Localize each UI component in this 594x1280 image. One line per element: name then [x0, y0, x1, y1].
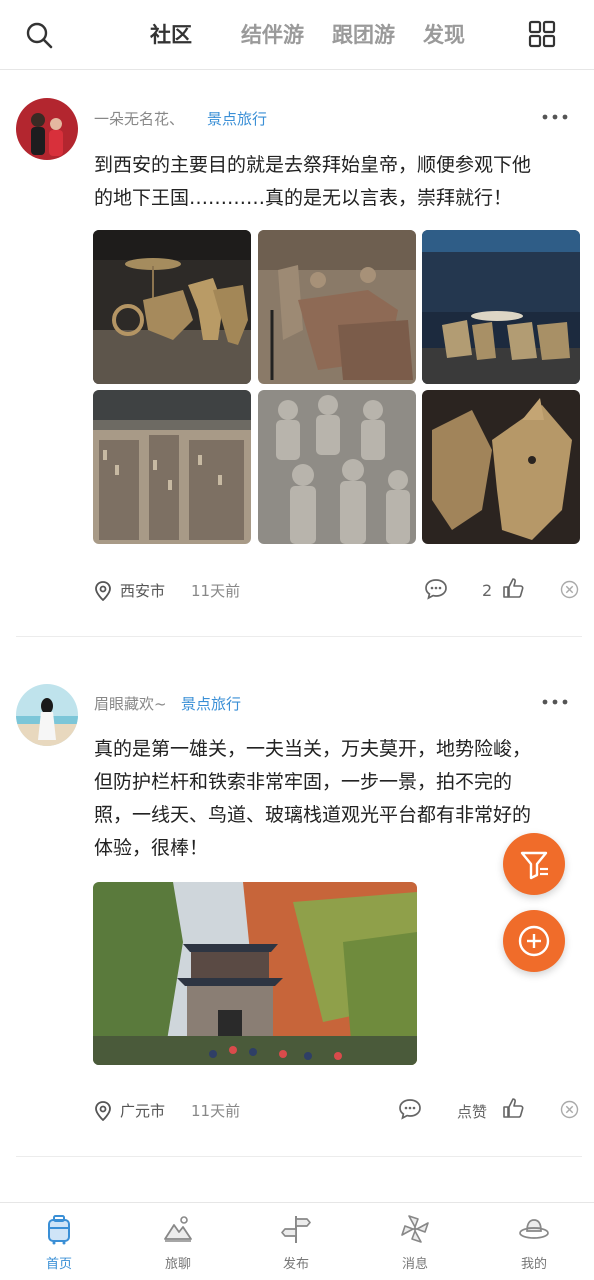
post-time: 11天前 — [191, 582, 241, 600]
post-image[interactable] — [93, 230, 251, 384]
luggage-icon — [48, 1215, 70, 1245]
filter-icon — [520, 851, 548, 880]
post-text[interactable]: 真的是第一雄关，一夫当关，万夫莫开，地势险峻， 但防护栏杆和铁索非常牢固，一步一… — [94, 733, 574, 865]
post-tag[interactable]: 景点旅行 — [181, 693, 241, 714]
post-image[interactable] — [422, 230, 580, 384]
filter-button[interactable] — [503, 833, 565, 895]
location-label[interactable]: 西安市 — [120, 580, 165, 601]
post-meta: 西安市 11天前 — [94, 580, 240, 601]
post-text-line: 体验，很棒！ — [94, 837, 209, 859]
thumbs-up-icon[interactable] — [502, 577, 524, 599]
post-image[interactable] — [93, 882, 417, 1065]
post-tag[interactable]: 景点旅行 — [207, 108, 267, 129]
add-post-button[interactable] — [503, 910, 565, 972]
post-image[interactable] — [258, 230, 416, 384]
tab-discover[interactable]: 发现 — [423, 18, 514, 52]
post-text-line: 真的是第一雄关，一夫当关，万夫莫开，地势险峻， — [94, 738, 532, 760]
avatar[interactable] — [16, 684, 78, 746]
grid-menu-icon[interactable] — [528, 20, 556, 48]
nav-item-chat[interactable]: 旅聊 — [138, 1213, 218, 1272]
nav-item-messages[interactable]: 消息 — [375, 1213, 455, 1272]
top-tabs: 社区 结伴游 跟团游 发现 — [150, 18, 514, 52]
search-icon[interactable] — [24, 20, 54, 50]
comment-icon[interactable] — [398, 1098, 422, 1120]
nav-item-profile[interactable]: 我的 — [494, 1213, 574, 1272]
location-label[interactable]: 广元市 — [120, 1100, 165, 1121]
post-text-line: 的地下王国…………真的是无以言表，崇拜就行！ — [94, 187, 513, 209]
nav-label: 旅聊 — [164, 1257, 191, 1272]
post-image[interactable] — [93, 390, 251, 544]
like-count: 2 — [482, 581, 493, 600]
post-actions: 2 — [420, 577, 584, 605]
nav-label: 我的 — [520, 1257, 547, 1272]
close-circle-icon[interactable] — [560, 580, 579, 599]
post-time: 11天前 — [191, 1102, 241, 1120]
hat-icon — [519, 1219, 549, 1239]
nav-label: 发布 — [282, 1257, 309, 1272]
post-text-line: 但防护栏杆和铁索非常牢固，一步一景，拍不完的 — [94, 771, 513, 793]
tab-community[interactable]: 社区 — [150, 18, 241, 52]
nav-item-home[interactable]: 首页 — [19, 1213, 99, 1272]
post-actions: 点赞 — [399, 1097, 584, 1125]
signpost-icon — [281, 1216, 311, 1243]
plus-icon — [518, 925, 550, 957]
avatar[interactable] — [16, 98, 78, 160]
location-icon — [95, 580, 111, 601]
nav-label: 首页 — [45, 1257, 72, 1272]
nav-item-publish[interactable]: 发布 — [256, 1213, 336, 1272]
more-icon[interactable] — [540, 697, 570, 707]
location-icon — [95, 1100, 111, 1121]
bottom-nav: 首页 旅聊 发布 消息 我的 — [0, 1202, 594, 1280]
top-bar: 社区 结伴游 跟团游 发现 — [0, 0, 594, 70]
post-text-line: 照，一线天、鸟道、玻璃栈道观光平台都有非常好的 — [94, 804, 532, 826]
divider — [16, 1156, 582, 1157]
tab-travel-companion[interactable]: 结伴游 — [241, 18, 332, 52]
post-text[interactable]: 到西安的主要目的就是去祭拜始皇帝，顺便参观下他 的地下王国…………真的是无以言表… — [94, 149, 574, 215]
close-circle-icon[interactable] — [560, 1100, 579, 1119]
like-label[interactable]: 点赞 — [457, 1101, 487, 1122]
nav-label: 消息 — [401, 1257, 428, 1272]
thumbs-up-icon[interactable] — [502, 1097, 524, 1119]
post-image[interactable] — [422, 390, 580, 544]
post-image[interactable] — [258, 390, 416, 544]
post-meta: 广元市 11天前 — [94, 1100, 240, 1121]
author-name[interactable]: 一朵无名花、 — [94, 108, 184, 129]
tab-group-tour[interactable]: 跟团游 — [332, 18, 423, 52]
author-name[interactable]: 眉眼藏欢~ — [94, 693, 167, 714]
divider — [16, 636, 582, 637]
post-text-line: 到西安的主要目的就是去祭拜始皇帝，顺便参观下他 — [94, 154, 532, 176]
comment-icon[interactable] — [424, 578, 448, 600]
more-icon[interactable] — [540, 112, 570, 122]
pinwheel-icon — [401, 1215, 429, 1243]
mountain-icon — [164, 1216, 192, 1242]
